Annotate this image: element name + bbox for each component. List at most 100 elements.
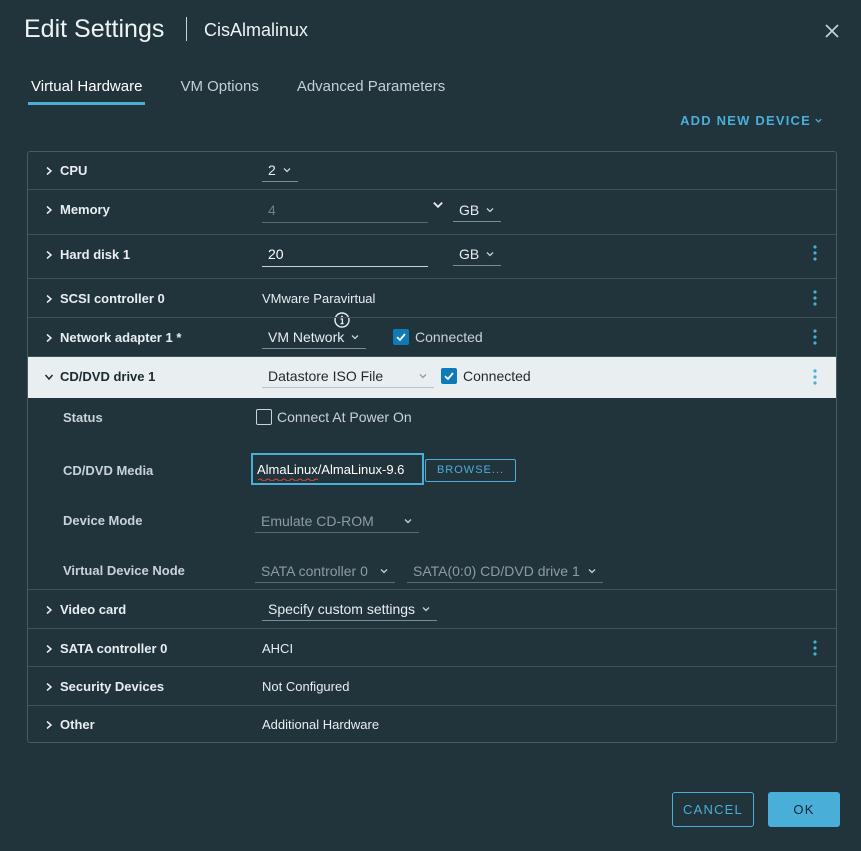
cpu-value: 2 (268, 162, 276, 178)
node-slot-select[interactable]: SATA(0:0) CD/DVD drive 1 (407, 563, 603, 583)
sata-type: AHCI (262, 641, 294, 656)
network-value: VM Network (268, 329, 345, 345)
tab-virtual-hardware[interactable]: Virtual Hardware (28, 78, 146, 105)
device-label: Network adapter 1 * (60, 330, 182, 345)
browse-button[interactable]: BROWSE... (425, 459, 516, 482)
expand-network-adapter[interactable]: Network adapter 1 * (44, 330, 181, 345)
device-row-hard-disk: Hard disk 1 20 GB (28, 235, 836, 279)
kebab-menu-icon[interactable] (812, 328, 818, 346)
chevron-right-icon (46, 682, 53, 691)
device-label: CD/DVD drive 1 (60, 369, 156, 384)
hard-disk-unit-select[interactable]: GB (453, 246, 502, 266)
kebab-menu-icon[interactable] (812, 289, 818, 307)
ok-button[interactable]: OK (768, 792, 840, 827)
cd-dvd-connected-checkbox[interactable] (441, 368, 457, 384)
connect-at-power-on-label: Connect At Power On (277, 409, 412, 425)
chevron-down-icon (815, 118, 822, 123)
chevron-right-icon (46, 250, 53, 259)
chevron-right-icon (46, 644, 53, 653)
chevron-right-icon (46, 294, 53, 303)
device-label: Video card (60, 602, 127, 617)
chevron-down-icon (419, 374, 427, 379)
status-label: Status (63, 410, 103, 425)
device-row-cd-dvd-drive: CD/DVD drive 1 Datastore ISO File Connec… (28, 357, 836, 398)
expand-sata-controller[interactable]: SATA controller 0 (44, 641, 167, 656)
cd-dvd-media-label: CD/DVD Media (63, 463, 154, 478)
hard-disk-size-input[interactable]: 20 (262, 246, 428, 267)
chevron-right-icon (46, 605, 53, 614)
device-mode-value: Emulate CD-ROM (261, 513, 374, 529)
device-row-sata-controller: SATA controller 0 AHCI (28, 629, 836, 667)
virtual-device-node-label: Virtual Device Node (63, 563, 185, 578)
video-card-select[interactable]: Specify custom settings (262, 601, 438, 621)
cd-dvd-type-select[interactable]: Datastore ISO File (262, 368, 434, 388)
chevron-down-icon (380, 569, 388, 574)
device-row-other: Other Additional Hardware (28, 706, 836, 742)
collapse-cd-dvd-drive[interactable]: CD/DVD drive 1 (44, 369, 155, 384)
chevron-down-icon (588, 569, 596, 574)
memory-input[interactable]: 4 (262, 202, 428, 223)
cancel-button[interactable]: CANCEL (672, 792, 754, 827)
cpu-select[interactable]: 2 (262, 162, 298, 182)
video-card-value: Specify custom settings (268, 601, 416, 617)
device-label: CPU (60, 163, 88, 178)
device-row-security-devices: Security Devices Not Configured (28, 667, 836, 706)
expand-scsi-controller[interactable]: SCSI controller 0 (44, 291, 165, 306)
device-label: SCSI controller 0 (60, 291, 165, 306)
expand-memory[interactable]: Memory (44, 202, 110, 217)
tab-vm-options[interactable]: VM Options (177, 78, 261, 105)
memory-unit-select[interactable]: GB (453, 202, 502, 222)
chevron-down-icon[interactable] (432, 199, 444, 211)
spellcheck-underline (258, 478, 319, 481)
check-icon (444, 372, 454, 381)
title-divider (186, 17, 187, 41)
tab-bar: Virtual Hardware VM Options Advanced Par… (28, 78, 480, 105)
device-row-network-adapter: Network adapter 1 * VM Network Connected (28, 318, 836, 357)
chevron-right-icon (46, 333, 53, 342)
network-connected-label: Connected (415, 329, 483, 345)
chevron-down-icon (486, 252, 494, 257)
expand-cpu[interactable]: CPU (44, 163, 87, 178)
device-label: SATA controller 0 (60, 641, 168, 656)
device-row-memory: Memory 4 GB (28, 190, 836, 235)
expand-other[interactable]: Other (44, 717, 95, 732)
add-new-device-label: ADD NEW DEVICE (680, 113, 811, 128)
device-label: Hard disk 1 (60, 247, 131, 262)
check-icon (396, 333, 406, 342)
add-new-device-button[interactable]: ADD NEW DEVICE (680, 113, 823, 128)
tab-advanced-parameters[interactable]: Advanced Parameters (294, 78, 448, 105)
kebab-menu-icon[interactable] (812, 368, 818, 386)
chevron-down-icon (404, 519, 412, 524)
expand-hard-disk[interactable]: Hard disk 1 (44, 247, 130, 262)
connect-at-power-on-checkbox[interactable] (256, 409, 272, 425)
close-icon[interactable] (823, 22, 841, 40)
kebab-menu-icon[interactable] (812, 639, 818, 657)
device-mode-select[interactable]: Emulate CD-ROM (255, 513, 419, 533)
hard-disk-unit: GB (459, 246, 480, 262)
dialog-title: Edit Settings (24, 15, 165, 43)
chevron-down-icon (486, 208, 494, 213)
scsi-type: VMware Paravirtual (262, 291, 376, 306)
virtual-hardware-panel: CPU 2 Memory 4 GB Hard disk 1 20 GB SCSI… (27, 151, 837, 743)
chevron-down-icon (422, 607, 430, 612)
chevron-down-icon (351, 335, 359, 340)
chevron-right-icon (46, 720, 53, 729)
cd-dvd-type: Datastore ISO File (268, 368, 384, 384)
device-row-scsi-controller: SCSI controller 0 VMware Paravirtual (28, 279, 836, 318)
expand-video-card[interactable]: Video card (44, 602, 126, 617)
device-label: Security Devices (60, 679, 165, 694)
kebab-menu-icon[interactable] (812, 244, 818, 262)
cd-dvd-connected-label: Connected (463, 368, 531, 384)
security-value: Not Configured (262, 679, 350, 694)
chevron-down-icon (283, 168, 291, 173)
node-controller-value: SATA controller 0 (261, 563, 368, 579)
device-mode-label: Device Mode (63, 513, 143, 528)
cd-dvd-media-path: AlmaLinux/AlmaLinux-9.6 (257, 462, 405, 477)
device-label: Other (60, 717, 95, 732)
network-select[interactable]: VM Network (262, 329, 367, 349)
chevron-down-icon (44, 374, 54, 380)
node-controller-select[interactable]: SATA controller 0 (255, 563, 395, 583)
expand-security-devices[interactable]: Security Devices (44, 679, 164, 694)
vm-name: CisAlmalinux (204, 20, 309, 40)
network-connected-checkbox[interactable] (393, 329, 409, 345)
